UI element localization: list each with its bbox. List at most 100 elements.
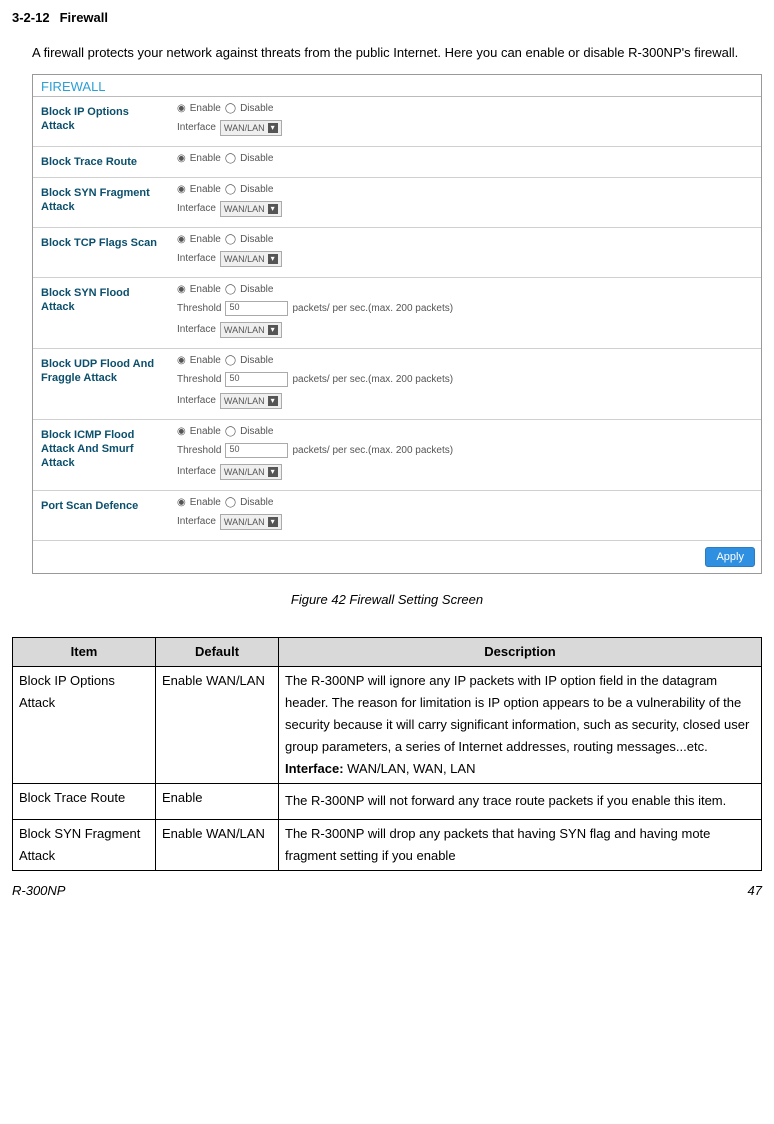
row-label: Block SYN Fragment Attack <box>33 178 169 227</box>
radio-enable-icon[interactable]: ◉ <box>177 497 186 508</box>
figure-caption: Figure 42 Firewall Setting Screen <box>12 592 762 607</box>
interface-select[interactable]: WAN/LAN ▾ <box>220 120 282 136</box>
cell-description: The R-300NP will not forward any trace r… <box>279 784 762 820</box>
page-footer: R-300NP 47 <box>12 883 762 898</box>
panel-title: FIREWALL <box>33 75 761 97</box>
cell-item: Block Trace Route <box>13 784 156 820</box>
interface-bold: Interface: <box>285 761 344 776</box>
cell-item: Block IP Options Attack <box>13 666 156 783</box>
chevron-down-icon: ▾ <box>268 325 278 335</box>
threshold-unit: packets/ per sec.(max. 200 packets) <box>292 303 453 314</box>
interface-select[interactable]: WAN/LAN ▾ <box>220 393 282 409</box>
interface-label: Interface <box>177 516 216 527</box>
enable-label: Enable <box>190 234 221 245</box>
radio-disable-icon[interactable]: ◯ <box>225 284 236 295</box>
disable-label: Disable <box>240 497 273 508</box>
disable-label: Disable <box>240 184 273 195</box>
radio-disable-icon[interactable]: ◯ <box>225 184 236 195</box>
threshold-label: Threshold <box>177 303 221 314</box>
table-row: Block Trace Route Enable The R-300NP wil… <box>13 784 762 820</box>
row-label: Port Scan Defence <box>33 491 169 540</box>
enable-label: Enable <box>190 153 221 164</box>
description-table: Item Default Description Block IP Option… <box>12 637 762 871</box>
row-label: Block Trace Route <box>33 147 169 177</box>
interface-select[interactable]: WAN/LAN ▾ <box>220 464 282 480</box>
enable-label: Enable <box>190 426 221 437</box>
interface-label: Interface <box>177 122 216 133</box>
enable-label: Enable <box>190 355 221 366</box>
threshold-unit: packets/ per sec.(max. 200 packets) <box>292 374 453 385</box>
radio-enable-icon[interactable]: ◉ <box>177 184 186 195</box>
chevron-down-icon: ▾ <box>268 254 278 264</box>
interface-value: WAN/LAN <box>224 204 265 214</box>
row-label: Block SYN Flood Attack <box>33 278 169 348</box>
cell-description: The R-300NP will drop any packets that h… <box>279 820 762 871</box>
disable-label: Disable <box>240 153 273 164</box>
row-port-scan-defence: Port Scan Defence ◉ Enable ◯ Disable Int… <box>33 491 761 541</box>
cell-description: The R-300NP will ignore any IP packets w… <box>279 666 762 783</box>
enable-label: Enable <box>190 284 221 295</box>
enable-label: Enable <box>190 103 221 114</box>
cell-default: Enable WAN/LAN <box>156 666 279 783</box>
interface-label: Interface <box>177 395 216 406</box>
disable-label: Disable <box>240 355 273 366</box>
radio-disable-icon[interactable]: ◯ <box>225 426 236 437</box>
footer-left: R-300NP <box>12 883 65 898</box>
radio-disable-icon[interactable]: ◯ <box>225 234 236 245</box>
disable-label: Disable <box>240 284 273 295</box>
table-row: Block SYN Fragment Attack Enable WAN/LAN… <box>13 820 762 871</box>
interface-select[interactable]: WAN/LAN ▾ <box>220 251 282 267</box>
apply-button[interactable]: Apply <box>705 547 755 567</box>
interface-value: WAN/LAN <box>224 467 265 477</box>
interface-value: WAN/LAN <box>224 517 265 527</box>
interface-value: WAN/LAN <box>224 396 265 406</box>
row-block-udp-flood: Block UDP Flood And Fraggle Attack ◉ Ena… <box>33 349 761 420</box>
row-label: Block IP Options Attack <box>33 97 169 146</box>
section-title: Firewall <box>60 10 108 25</box>
threshold-input[interactable]: 50 <box>225 372 288 387</box>
disable-label: Disable <box>240 234 273 245</box>
interface-label: Interface <box>177 324 216 335</box>
chevron-down-icon: ▾ <box>268 517 278 527</box>
radio-enable-icon[interactable]: ◉ <box>177 153 186 164</box>
disable-label: Disable <box>240 103 273 114</box>
interface-values: WAN/LAN, WAN, LAN <box>344 761 476 776</box>
th-description: Description <box>279 637 762 666</box>
interface-select[interactable]: WAN/LAN ▾ <box>220 514 282 530</box>
cell-default: Enable <box>156 784 279 820</box>
section-heading: 3-2-12 Firewall <box>12 10 762 25</box>
row-label: Block UDP Flood And Fraggle Attack <box>33 349 169 419</box>
th-item: Item <box>13 637 156 666</box>
chevron-down-icon: ▾ <box>268 467 278 477</box>
threshold-label: Threshold <box>177 374 221 385</box>
radio-disable-icon[interactable]: ◯ <box>225 153 236 164</box>
disable-label: Disable <box>240 426 273 437</box>
row-label: Block TCP Flags Scan <box>33 228 169 277</box>
interface-select[interactable]: WAN/LAN ▾ <box>220 201 282 217</box>
footer-right: 47 <box>748 883 762 898</box>
row-label: Block ICMP Flood Attack And Smurf Attack <box>33 420 169 490</box>
radio-disable-icon[interactable]: ◯ <box>225 103 236 114</box>
radio-disable-icon[interactable]: ◯ <box>225 355 236 366</box>
interface-value: WAN/LAN <box>224 123 265 133</box>
radio-enable-icon[interactable]: ◉ <box>177 426 186 437</box>
cell-default: Enable WAN/LAN <box>156 820 279 871</box>
chevron-down-icon: ▾ <box>268 396 278 406</box>
threshold-input[interactable]: 50 <box>225 301 288 316</box>
radio-enable-icon[interactable]: ◉ <box>177 284 186 295</box>
chevron-down-icon: ▾ <box>268 123 278 133</box>
th-default: Default <box>156 637 279 666</box>
threshold-input[interactable]: 50 <box>225 443 288 458</box>
radio-enable-icon[interactable]: ◉ <box>177 355 186 366</box>
row-block-ip-options: Block IP Options Attack ◉ Enable ◯ Disab… <box>33 97 761 147</box>
intro-paragraph: A firewall protects your network against… <box>32 39 762 68</box>
interface-label: Interface <box>177 253 216 264</box>
row-block-trace-route: Block Trace Route ◉ Enable ◯ Disable <box>33 147 761 178</box>
radio-enable-icon[interactable]: ◉ <box>177 234 186 245</box>
radio-enable-icon[interactable]: ◉ <box>177 103 186 114</box>
interface-value: WAN/LAN <box>224 254 265 264</box>
cell-item: Block SYN Fragment Attack <box>13 820 156 871</box>
radio-disable-icon[interactable]: ◯ <box>225 497 236 508</box>
firewall-panel: FIREWALL Block IP Options Attack ◉ Enabl… <box>32 74 762 574</box>
interface-select[interactable]: WAN/LAN ▾ <box>220 322 282 338</box>
